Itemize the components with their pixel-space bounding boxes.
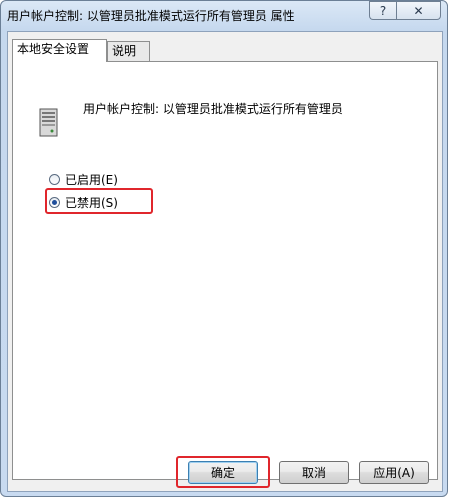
window-title: 用户帐户控制: 以管理员批准模式运行所有管理员 属性 (7, 9, 295, 23)
tab-panel: 用户帐户控制: 以管理员批准模式运行所有管理员 已启用(E) 已禁用(S) (12, 61, 438, 480)
cancel-button[interactable]: 取消 (279, 461, 349, 484)
radio-enabled-control[interactable] (49, 174, 60, 185)
radio-disabled-control[interactable] (49, 197, 60, 208)
close-button[interactable]: ✕ (396, 1, 441, 20)
title-bar[interactable]: 用户帐户控制: 以管理员批准模式运行所有管理员 属性 ? ✕ (1, 1, 447, 31)
radio-enabled[interactable]: 已启用(E) (49, 171, 118, 188)
radio-enabled-label[interactable]: 已启用(E) (65, 171, 118, 188)
policy-name: 用户帐户控制: 以管理员批准模式运行所有管理员 (83, 102, 343, 116)
apply-button[interactable]: 应用(A) (359, 461, 429, 484)
tab-explain[interactable]: 说明 (107, 41, 150, 61)
tab-local-security-setting[interactable]: 本地安全设置 (12, 39, 107, 62)
caption-buttons: ? ✕ (369, 1, 441, 20)
ok-button[interactable]: 确定 (188, 461, 258, 484)
radio-disabled-label[interactable]: 已禁用(S) (65, 194, 118, 211)
help-button[interactable]: ? (369, 1, 396, 20)
radio-disabled[interactable]: 已禁用(S) (49, 194, 118, 211)
properties-dialog: 用户帐户控制: 以管理员批准模式运行所有管理员 属性 ? ✕ 本地安全设置 说明… (0, 0, 448, 497)
dialog-client-area: 本地安全设置 说明 用户帐户控制: 以管理员批准模式运行所有管理员 已启用(E)… (7, 31, 443, 492)
policy-computer-icon (39, 108, 58, 137)
